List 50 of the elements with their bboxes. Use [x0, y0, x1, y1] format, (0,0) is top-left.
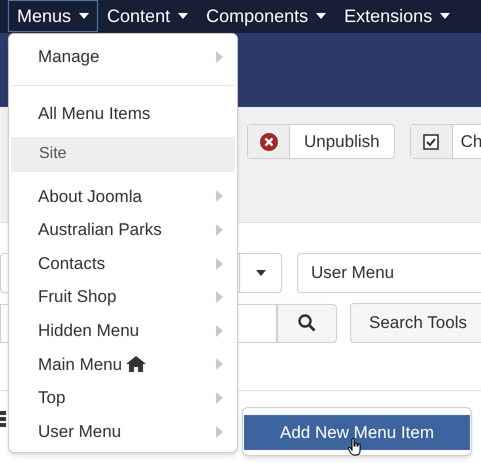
search-tools-button[interactable]: Search Tools: [350, 303, 481, 343]
submenu-arrow-icon: [216, 258, 223, 270]
menu-item-label: Australian Parks: [38, 219, 162, 242]
nav-menu[interactable]: Menus: [8, 0, 98, 32]
menu-item[interactable]: User Menu: [9, 414, 237, 448]
caret-icon: [256, 270, 266, 276]
nav-menu[interactable]: Content: [98, 0, 198, 32]
submenu-arrow-icon: [216, 224, 223, 236]
menu-item[interactable]: Top: [9, 381, 237, 415]
menu-item-label: Fruit Shop: [38, 286, 116, 308]
submenu-arrow-icon: [216, 190, 223, 202]
caret-icon: [79, 13, 90, 19]
submenu-arrow-icon: [216, 426, 223, 438]
caret-icon: [440, 13, 450, 19]
toolbar-button[interactable]: Unpublish: [247, 124, 395, 159]
menu-item[interactable]: Hidden Menu: [9, 314, 237, 348]
menu-item[interactable]: Manage: [9, 40, 237, 74]
nav-menu[interactable]: Components: [197, 0, 336, 32]
submenu-arrow-icon: [216, 324, 223, 337]
nav-menu[interactable]: Extensions: [335, 0, 460, 32]
home-icon: [126, 356, 146, 372]
submenu-arrow-icon: [216, 291, 223, 304]
checkbox-icon: [423, 134, 440, 150]
menu-item[interactable]: Main Menu: [9, 348, 237, 382]
menu-item-label: Main Menu: [38, 354, 122, 376]
caret-icon: [178, 13, 188, 19]
submenu-item[interactable]: Add New Menu Item: [244, 415, 470, 450]
caret-icon: [316, 13, 326, 19]
menu-item-label: All Menu Items: [38, 103, 150, 126]
menu-item-label: User Menu: [38, 420, 122, 443]
menu-item[interactable]: Fruit Shop: [9, 280, 237, 314]
list-icon: [0, 411, 6, 427]
search-icon: [298, 314, 316, 332]
menu-item-label: Hidden Menu: [38, 320, 140, 342]
menu-item[interactable]: All Menu Items: [9, 97, 237, 131]
menu-item[interactable]: About Joomla: [9, 180, 237, 214]
submenu-arrow-icon: [216, 51, 223, 63]
menu-item[interactable]: Australian Parks: [9, 213, 237, 247]
toolbar-button[interactable]: Ch: [410, 124, 481, 159]
menu-select[interactable]: User Menu: [297, 253, 481, 293]
menu-item[interactable]: Contacts: [9, 246, 237, 280]
unpublish-icon: [260, 132, 278, 150]
menu-item-label: Contacts: [38, 252, 106, 275]
menu-item-label: About Joomla: [38, 186, 142, 208]
search-button[interactable]: [277, 304, 337, 342]
submenu-arrow-icon: [216, 392, 223, 404]
submenu-arrow-icon: [216, 358, 223, 370]
menu-item-label: Manage: [38, 46, 100, 68]
menu-section-header: Site: [11, 136, 235, 172]
menu-item-label: Top: [38, 387, 66, 410]
